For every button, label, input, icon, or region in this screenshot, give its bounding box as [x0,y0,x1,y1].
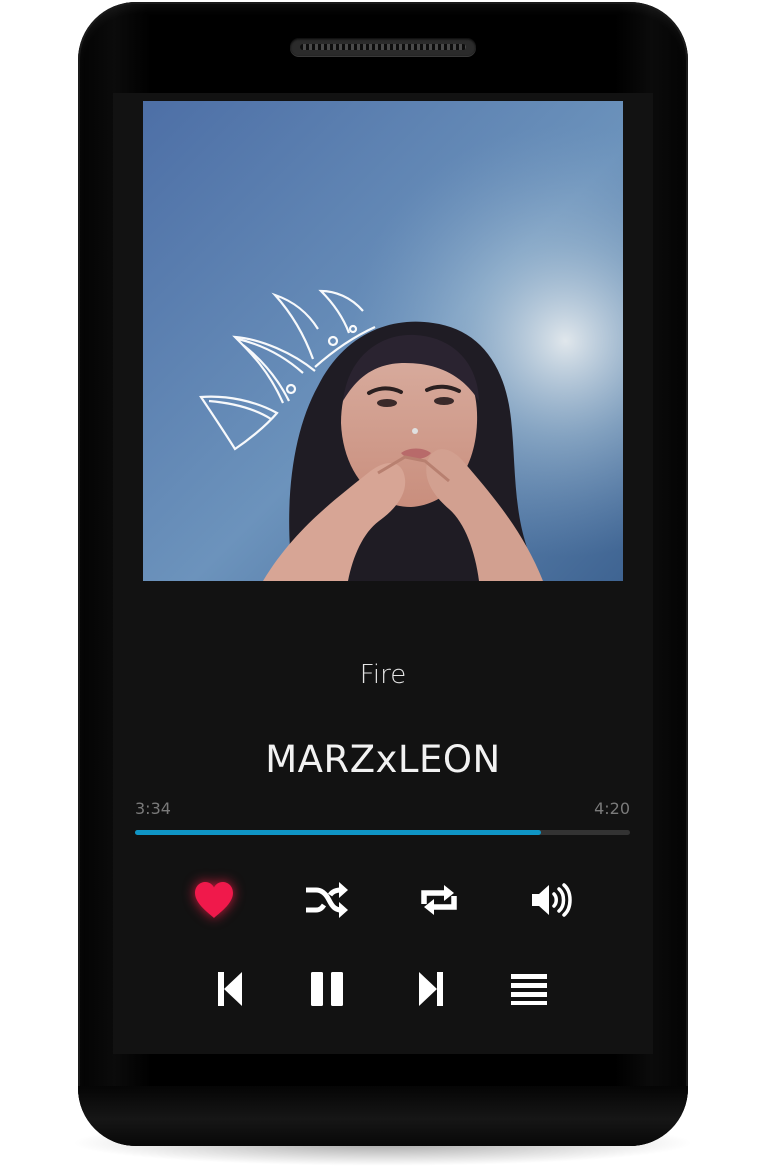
progress-bar-fill [135,830,542,835]
previous-icon [218,972,242,1006]
playlist-button[interactable] [509,969,549,1009]
repeat-icon [421,885,457,915]
pause-icon [311,972,343,1006]
pause-button[interactable] [308,969,348,1009]
next-icon [419,972,443,1006]
album-art-image [143,101,623,581]
elapsed-time: 3:34 [135,799,171,818]
player-screen: Fire MARZxLEON 3:34 4:20 [113,93,653,1054]
heart-icon [195,882,233,918]
volume-button[interactable] [527,878,575,922]
volume-icon [532,883,572,917]
progress-bar[interactable] [135,830,630,835]
shuffle-icon [306,882,348,918]
album-art [143,101,623,581]
next-button[interactable] [411,969,451,1009]
repeat-button[interactable] [415,878,463,922]
phone-frame: Fire MARZxLEON 3:34 4:20 [78,2,688,1146]
shuffle-button[interactable] [303,878,349,922]
artist-name: MARZxLEON [265,738,501,781]
playlist-icon [511,974,547,1005]
phone-bezel-bottom [78,1086,688,1146]
like-button[interactable] [190,878,238,922]
previous-button[interactable] [210,969,250,1009]
song-title: Fire [359,660,407,690]
total-time: 4:20 [594,799,630,818]
earpiece-speaker [290,38,476,56]
